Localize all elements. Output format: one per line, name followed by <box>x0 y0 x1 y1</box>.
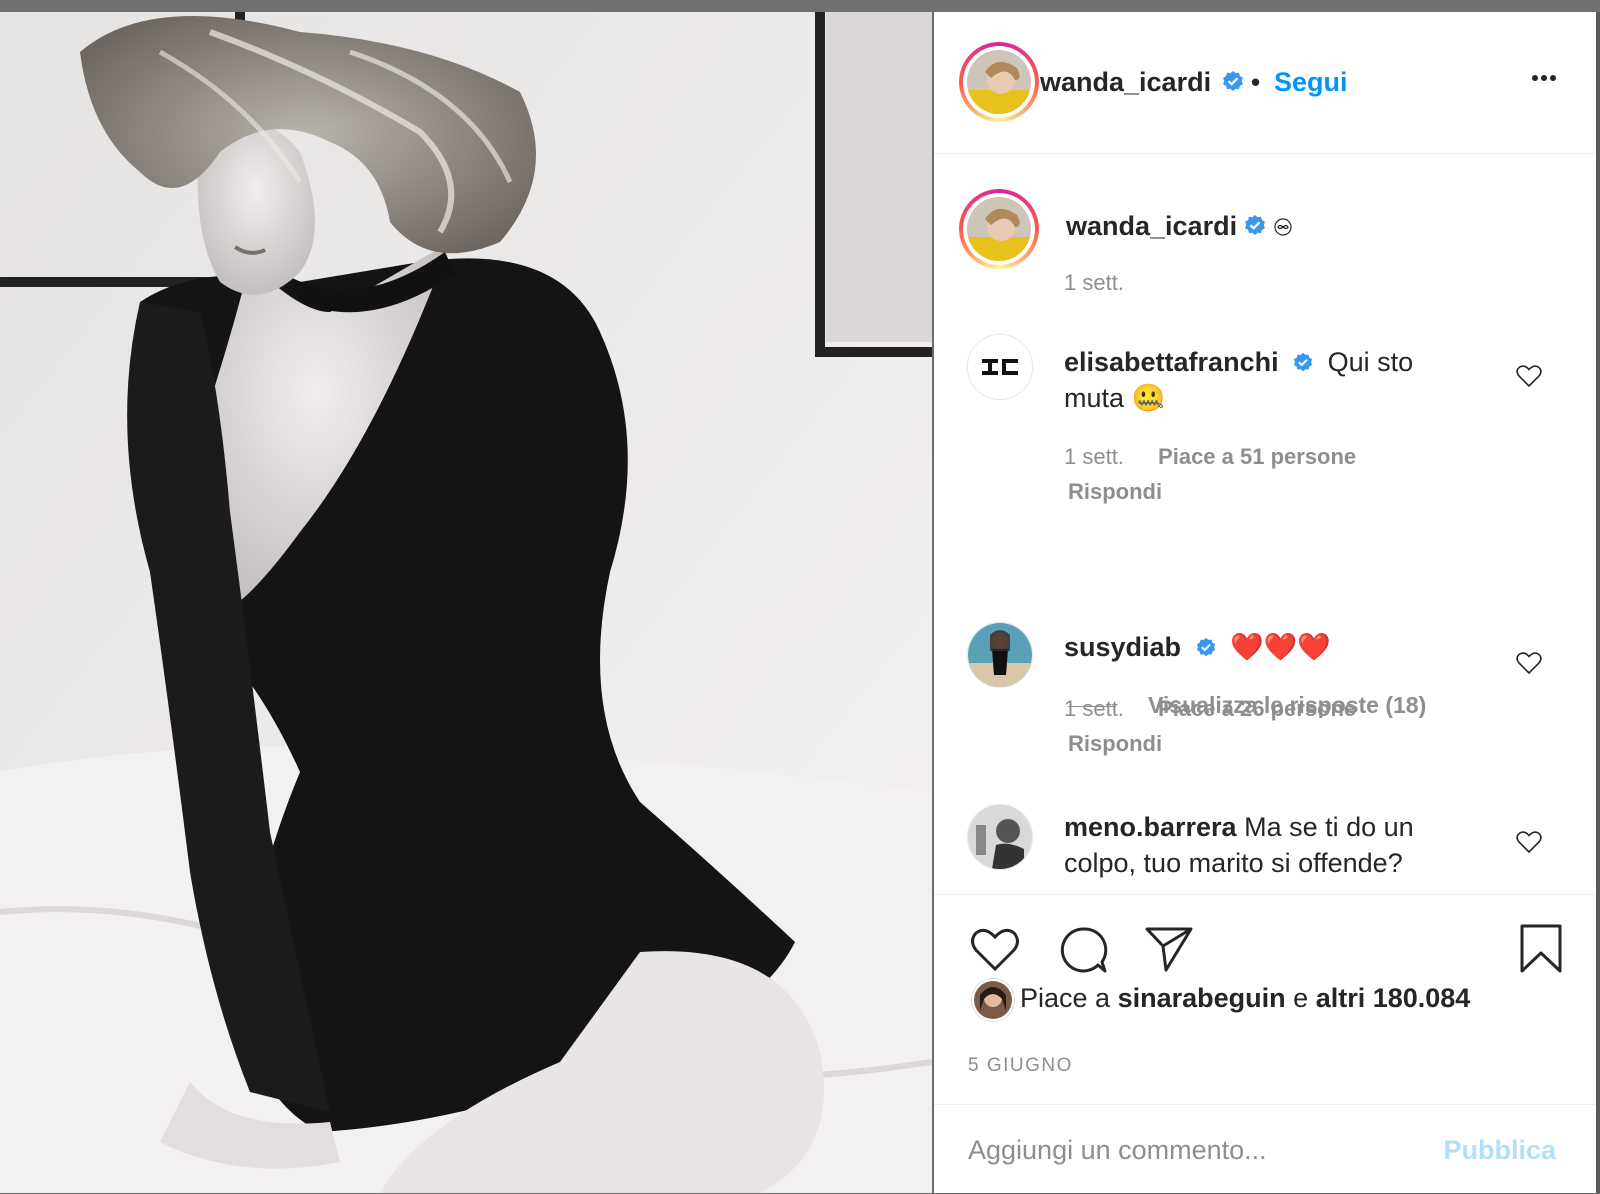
like-heart-icon[interactable] <box>970 927 1020 973</box>
follow-button[interactable]: Segui <box>1274 67 1348 98</box>
likes-user[interactable]: sinarabeguin <box>1118 983 1286 1013</box>
author-avatar[interactable] <box>959 42 1039 122</box>
comment-likes-1[interactable]: Piace a 51 persone <box>1158 444 1356 469</box>
comment-meta-1: 1 sett. Piace a 51 persone <box>1064 444 1356 470</box>
verified-badge-icon <box>1223 71 1243 91</box>
comment-like-heart-icon[interactable] <box>1516 364 1542 388</box>
verified-badge-icon <box>1196 637 1215 657</box>
comment-like-heart-icon[interactable] <box>1516 651 1542 675</box>
browser-top-strip <box>0 0 1600 12</box>
post-side-panel: wanda_icardi • Segui wanda_icardi 1 sett… <box>934 12 1596 1193</box>
comment-time-1: 1 sett. <box>1064 444 1124 469</box>
save-bookmark-icon[interactable] <box>1518 923 1564 975</box>
liker-avatar[interactable] <box>972 979 1014 1021</box>
photo-illustration <box>0 12 932 1193</box>
comment-author-3[interactable]: meno.barrera <box>1064 812 1237 842</box>
comment-like-heart-icon[interactable] <box>1516 830 1542 854</box>
verified-badge-icon <box>1294 352 1313 372</box>
comment-author-2[interactable]: susydiab <box>1064 632 1181 662</box>
more-options-icon[interactable] <box>1529 68 1556 86</box>
comment-author-1[interactable]: elisabettafranchi <box>1064 347 1279 377</box>
comment-text-1: elisabettafranchi Qui sto muta 🤐 <box>1064 344 1444 416</box>
comments-list[interactable]: wanda_icardi 1 sett. elisabettafranchi Q… <box>934 154 1596 894</box>
comment-body-2: ❤️❤️❤️ <box>1230 632 1331 662</box>
reply-button-2[interactable]: Rispondi <box>1068 731 1162 757</box>
likes-others[interactable]: altri 180.084 <box>1316 983 1471 1013</box>
window-edge <box>1596 12 1600 1193</box>
post-actions: Piace a sinarabeguin e altri 180.084 5 G… <box>934 894 1596 1105</box>
commenter-avatar-meno-barrera[interactable] <box>967 804 1033 870</box>
commenter-avatar-susydiab[interactable] <box>967 622 1033 688</box>
caption-author-username[interactable]: wanda_icardi <box>1066 211 1237 242</box>
likes-conj: e <box>1293 983 1309 1013</box>
share-paper-plane-icon[interactable] <box>1144 925 1194 973</box>
header-author-username[interactable]: wanda_icardi <box>1040 67 1211 98</box>
verified-badge-icon <box>1245 215 1265 235</box>
infinity-icon <box>1274 218 1292 236</box>
separator-dot: • <box>1251 67 1261 97</box>
post-date[interactable]: 5 GIUGNO <box>968 1055 1073 1077</box>
caption-author-avatar[interactable] <box>959 189 1039 269</box>
comment-time-2: 1 sett. <box>1064 696 1124 721</box>
comment-likes-2[interactable]: Piace a 26 persone <box>1158 696 1356 721</box>
comment-text-2: susydiab ❤️❤️❤️ <box>1064 629 1444 665</box>
comment-input[interactable]: Aggiungi un commento... <box>968 1135 1267 1166</box>
likes-prefix: Piace a <box>1020 983 1111 1013</box>
post-header: wanda_icardi • Segui <box>934 12 1596 154</box>
publish-button[interactable]: Pubblica <box>1443 1135 1556 1166</box>
add-comment-bar: Aggiungi un commento... Pubblica <box>934 1104 1596 1194</box>
caption-time: 1 sett. <box>1064 270 1124 295</box>
comment-meta-2: 1 sett. Piace a 26 persone <box>1064 696 1356 722</box>
commenter-avatar-elisabettafranchi[interactable] <box>967 334 1033 400</box>
reply-button-1[interactable]: Rispondi <box>1068 479 1162 505</box>
post-photo[interactable] <box>0 12 932 1193</box>
comment-text-3: meno.barrera Ma se ti do un colpo, tuo m… <box>1064 809 1444 881</box>
comment-bubble-icon[interactable] <box>1058 925 1110 975</box>
likes-summary: Piace a sinarabeguin e altri 180.084 <box>1020 983 1470 1014</box>
